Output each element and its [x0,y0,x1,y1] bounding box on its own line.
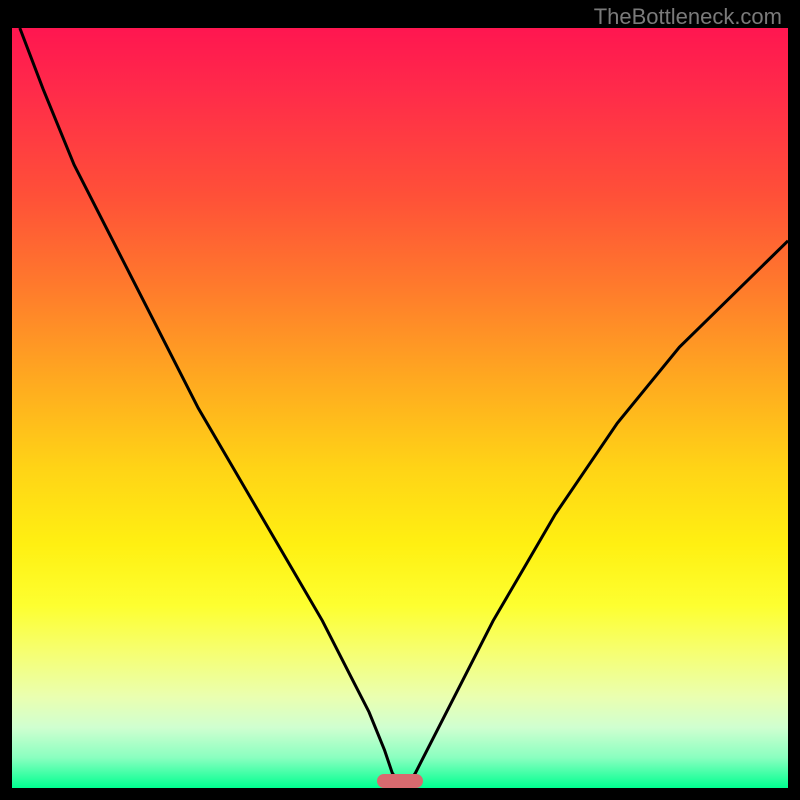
curve-path [20,28,788,784]
chart-curve [12,28,788,788]
min-marker [377,774,424,788]
watermark-text: TheBottleneck.com [594,4,782,30]
plot-area [12,28,788,788]
